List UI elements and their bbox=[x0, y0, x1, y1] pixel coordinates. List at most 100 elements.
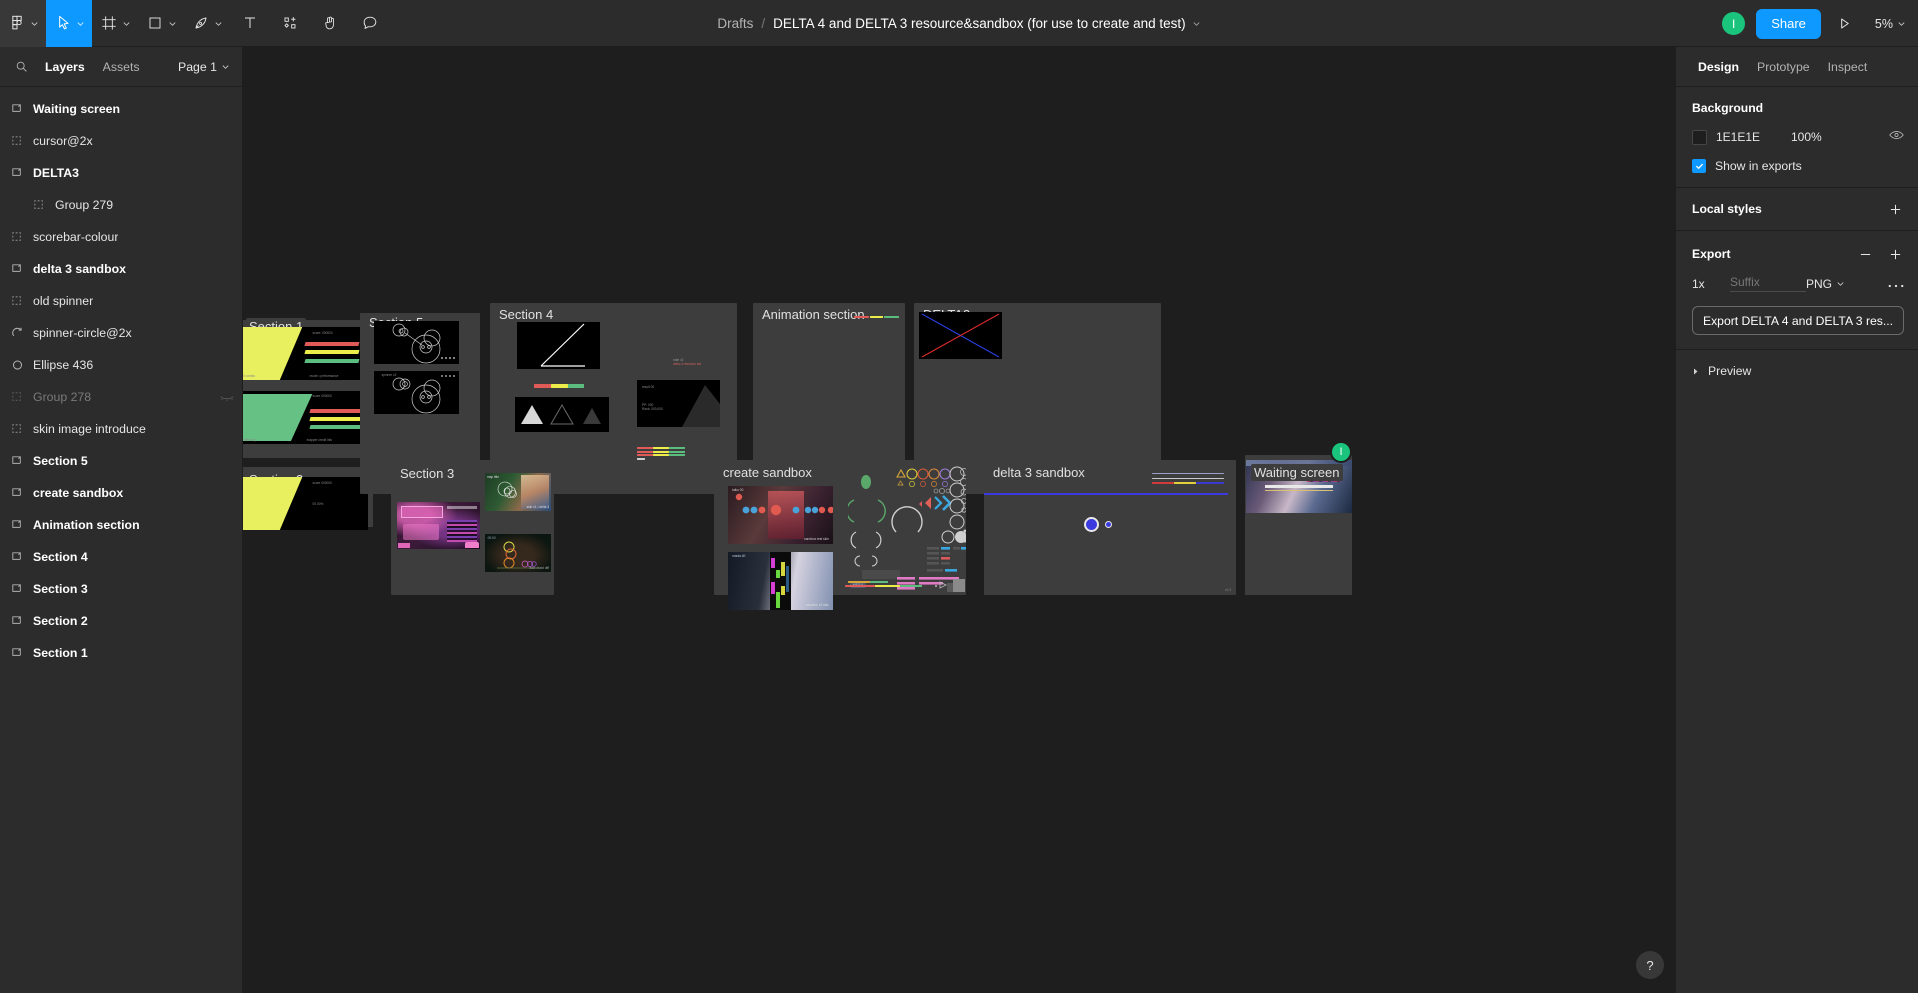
section-2[interactable]: Section 2 score 000000 00.00% bbox=[243, 467, 373, 530]
layer-row-skin-image-introduce[interactable]: skin image introduce bbox=[0, 413, 242, 445]
text-tool-button[interactable] bbox=[230, 0, 270, 47]
tab-inspect[interactable]: Inspect bbox=[1820, 55, 1876, 79]
present-button[interactable] bbox=[1831, 10, 1859, 38]
section3-thumb-gameplay[interactable] bbox=[397, 502, 480, 549]
section5-frame-a[interactable] bbox=[374, 321, 459, 364]
diagonal-line-art bbox=[540, 323, 585, 367]
layer-row-waiting-screen[interactable]: Waiting screen bbox=[0, 93, 242, 125]
section2-frame-a[interactable]: score 000000 00.00% bbox=[243, 477, 368, 530]
layer-row-create-sandbox[interactable]: create sandbox bbox=[0, 477, 242, 509]
layer-row-section-5[interactable]: Section 5 bbox=[0, 445, 242, 477]
waiting-screen-label[interactable]: Waiting screen bbox=[1251, 464, 1343, 481]
tab-design[interactable]: Design bbox=[1690, 55, 1747, 79]
tab-layers[interactable]: Layers bbox=[36, 55, 94, 79]
frame-tool-button[interactable] bbox=[92, 0, 138, 47]
section-4-label[interactable]: Section 4 bbox=[496, 306, 557, 323]
eye-closed-icon[interactable] bbox=[220, 390, 234, 404]
section-1[interactable]: Section 1 score: 000000 ver. 00 acc 00 c… bbox=[243, 318, 373, 458]
animation-section-label[interactable]: Animation section bbox=[759, 306, 868, 323]
layer-label: Section 3 bbox=[33, 582, 88, 596]
plus-icon bbox=[1890, 204, 1900, 214]
section1-frame-b[interactable]: combo 000 score 000000 title • artist • … bbox=[243, 391, 368, 444]
breadcrumb-separator: / bbox=[761, 16, 766, 31]
resources-tool-button[interactable] bbox=[270, 0, 310, 47]
export-scale-input[interactable]: 1x bbox=[1692, 277, 1730, 291]
add-local-style-button[interactable] bbox=[1886, 200, 1904, 218]
delta-3-sandbox-section[interactable]: delta 3 sandbox v1.3 bbox=[984, 460, 1236, 595]
section3-thumb-anime-a[interactable]: map title skin v1 • delta 3 bbox=[485, 473, 551, 511]
create-sandbox-icon-board[interactable] bbox=[891, 465, 968, 593]
layer-label: Section 2 bbox=[33, 614, 88, 628]
section5-frame-b[interactable]: spinner v2 bbox=[374, 371, 459, 414]
create-sandbox-thumb-a[interactable]: taiko 00 sandbox test skin bbox=[728, 486, 833, 544]
tab-assets[interactable]: Assets bbox=[94, 55, 149, 79]
create-sandbox-section[interactable]: create sandbox taiko 00 sandbox test ski… bbox=[714, 460, 968, 610]
layer-row-delta3[interactable]: DELTA3 bbox=[0, 157, 242, 189]
frame-icon bbox=[12, 519, 21, 528]
breadcrumb-project[interactable]: Drafts bbox=[717, 16, 753, 31]
delta3-sandbox-cursor-dots bbox=[1084, 517, 1116, 533]
export-more-options-button[interactable] bbox=[1888, 276, 1904, 291]
export-format-select[interactable]: PNG bbox=[1806, 277, 1868, 291]
layer-row-old-spinner[interactable]: old spinner bbox=[0, 285, 242, 317]
remove-export-button[interactable] bbox=[1856, 245, 1874, 263]
right-panel-tabbar: Design Prototype Inspect bbox=[1676, 47, 1918, 87]
section4-mountain-frame[interactable]: result 00 PP: 000 Rank: 000,000 bbox=[637, 380, 720, 427]
layer-row-section-2[interactable]: Section 2 bbox=[0, 605, 242, 637]
delta3-cross-frame[interactable] bbox=[919, 312, 1002, 359]
layer-row-cursor-2x[interactable]: cursor@2x bbox=[0, 125, 242, 157]
layer-row-section-1[interactable]: Section 1 bbox=[0, 637, 242, 669]
pen-tool-button[interactable] bbox=[184, 0, 230, 47]
preview-disclosure[interactable]: Preview bbox=[1676, 350, 1918, 378]
delta-3-sandbox-label[interactable]: delta 3 sandbox bbox=[990, 464, 1088, 481]
search-button[interactable] bbox=[6, 60, 36, 73]
background-opacity-value[interactable]: 100% bbox=[1791, 130, 1839, 144]
show-in-exports-checkbox[interactable] bbox=[1692, 159, 1706, 173]
section4-diag-frame[interactable] bbox=[517, 322, 600, 369]
canvas[interactable]: Section 1 score: 000000 ver. 00 acc 00 c… bbox=[243, 47, 1675, 993]
export-section: Export 1x Suffix PNG Export DELTA 4 and … bbox=[1676, 231, 1918, 350]
hit-circles-row bbox=[735, 493, 833, 516]
export-button[interactable]: Export DELTA 4 and DELTA 3 res... bbox=[1692, 306, 1904, 335]
layer-row-spinner-circle-2x[interactable]: spinner-circle@2x bbox=[0, 317, 242, 349]
background-color-swatch[interactable] bbox=[1692, 129, 1707, 145]
layer-row-section-3[interactable]: Section 3 bbox=[0, 573, 242, 605]
chevron-down-icon[interactable] bbox=[1192, 19, 1201, 28]
section-3[interactable]: Section 3 map title skin v1 • delta 3 00… bbox=[391, 460, 554, 595]
comment-tool-button[interactable] bbox=[350, 0, 390, 47]
shape-tool-button[interactable] bbox=[138, 0, 184, 47]
show-in-exports-row[interactable]: Show in exports bbox=[1692, 159, 1904, 173]
layer-row-delta-3-sandbox[interactable]: delta 3 sandbox bbox=[0, 253, 242, 285]
move-tool-button[interactable] bbox=[46, 0, 92, 47]
avatar[interactable]: I bbox=[1721, 11, 1747, 36]
layer-row-group-278[interactable]: Group 278 bbox=[0, 381, 242, 413]
tab-prototype[interactable]: Prototype bbox=[1749, 55, 1818, 79]
waiting-screen-section[interactable]: Waiting screen 00 bbox=[1245, 455, 1352, 595]
section-3-label[interactable]: Section 3 bbox=[397, 465, 458, 482]
layer-label: spinner-circle@2x bbox=[33, 326, 132, 340]
export-format-value: PNG bbox=[1806, 276, 1833, 291]
layer-row-animation-section[interactable]: Animation section bbox=[0, 509, 242, 541]
page-selector[interactable]: Page 1 bbox=[172, 56, 236, 78]
help-button[interactable]: ? bbox=[1636, 951, 1664, 979]
create-sandbox-label[interactable]: create sandbox bbox=[720, 464, 815, 481]
export-suffix-input[interactable]: Suffix bbox=[1730, 275, 1806, 292]
share-button[interactable]: Share bbox=[1756, 8, 1821, 39]
background-visibility-toggle[interactable] bbox=[1889, 128, 1904, 146]
section3-thumb-anime-b[interactable]: 00:00 edit • hard diff bbox=[485, 534, 551, 572]
background-hex-value[interactable]: 1E1E1E bbox=[1716, 130, 1782, 144]
section4-triangles-frame[interactable] bbox=[515, 397, 609, 432]
create-sandbox-thumb-b[interactable]: mania 4K sandbox v2 skin bbox=[728, 552, 833, 610]
layer-row-scorebar-colour[interactable]: scorebar-colour bbox=[0, 221, 242, 253]
section1-frame-a[interactable]: score: 000000 ver. 00 acc 00 combo mode … bbox=[243, 327, 368, 380]
zoom-control[interactable]: 5% bbox=[1869, 13, 1908, 35]
hand-tool-button[interactable] bbox=[310, 0, 350, 47]
main-menu-button[interactable] bbox=[0, 0, 46, 47]
header-right-actions: I Share 5% bbox=[1721, 0, 1908, 47]
layer-row-section-4[interactable]: Section 4 bbox=[0, 541, 242, 573]
layer-row-group-279[interactable]: Group 279 bbox=[0, 189, 242, 221]
layer-row-ellipse-436[interactable]: Ellipse 436 bbox=[0, 349, 242, 381]
add-export-button[interactable] bbox=[1886, 245, 1904, 263]
layer-label: Group 279 bbox=[55, 198, 114, 212]
breadcrumb-file-title[interactable]: DELTA 4 and DELTA 3 resource&sandbox (fo… bbox=[773, 16, 1185, 31]
